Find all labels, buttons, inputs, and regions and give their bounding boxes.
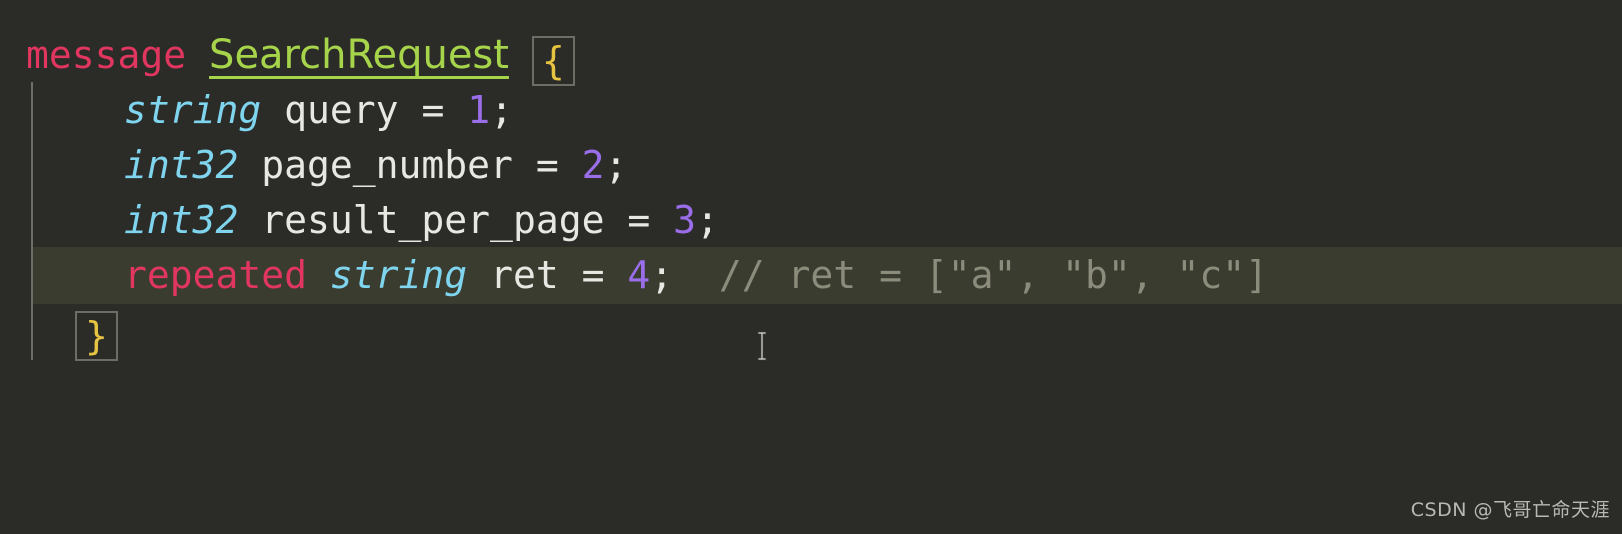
code-line-4[interactable]: int32 result_per_page = 3;: [0, 193, 1622, 248]
field-number-4: 4: [627, 253, 651, 297]
field-name-page-number: page_number: [261, 143, 513, 187]
semicolon: ;: [604, 143, 628, 187]
field-type-string: string: [329, 253, 468, 297]
code-line-3[interactable]: int32 page_number = 2;: [0, 138, 1622, 193]
semicolon: ;: [695, 198, 719, 242]
assign-operator: =: [398, 88, 468, 132]
csdn-watermark: CSDN @飞哥亡命天涯: [1410, 499, 1610, 521]
semicolon: ;: [650, 253, 674, 297]
field-number-3: 3: [673, 198, 696, 242]
assign-operator: =: [604, 198, 674, 242]
code-line-6[interactable]: }: [0, 303, 1622, 361]
code-line-2[interactable]: string query = 1;: [0, 83, 1622, 138]
code-line-1[interactable]: message SearchRequest {: [0, 28, 1622, 86]
field-type-int32: int32: [124, 143, 239, 187]
open-brace-matched[interactable]: {: [531, 36, 575, 86]
field-type-string: string: [124, 88, 262, 132]
field-name-query: query: [284, 88, 399, 132]
code-editor-pane[interactable]: message SearchRequest { string query = 1…: [0, 0, 1622, 534]
message-name-searchrequest[interactable]: SearchRequest: [209, 32, 509, 78]
keyword-repeated: repeated: [124, 253, 308, 297]
code-line-5[interactable]: repeated string ret = 4; // ret = ["a", …: [0, 248, 1622, 303]
field-number-1: 1: [467, 88, 491, 132]
field-type-int32: int32: [124, 198, 239, 242]
assign-operator: =: [512, 143, 582, 187]
close-brace-matched[interactable]: }: [75, 311, 118, 361]
field-number-2: 2: [581, 143, 605, 187]
inline-comment: // ret = ["a", "b", "c"]: [718, 253, 1268, 297]
field-name-result-per-page: result_per_page: [261, 198, 605, 242]
semicolon: ;: [490, 88, 513, 132]
assign-operator: =: [558, 253, 628, 297]
text-ibeam-cursor-icon: [757, 331, 767, 361]
keyword-message: message: [26, 33, 187, 77]
field-name-ret: ret: [490, 253, 559, 297]
